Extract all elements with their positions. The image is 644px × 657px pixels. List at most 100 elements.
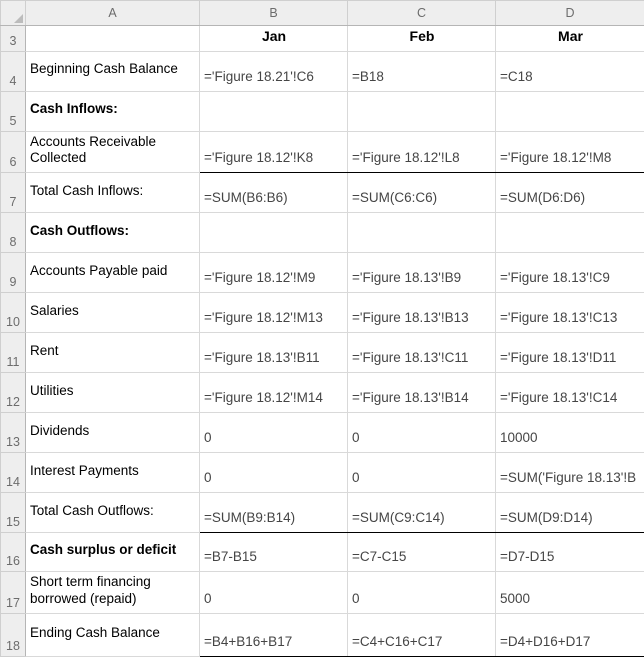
cell-A7[interactable]: Total Cash Inflows: [26,173,200,213]
row-header-18[interactable]: 18 [1,614,26,657]
cell-B17[interactable]: 0 [200,572,348,614]
cell-C12[interactable]: ='Figure 18.13'!B14 [348,373,496,413]
cell-C4[interactable]: =B18 [348,51,496,91]
cell-A14[interactable]: Interest Payments [26,453,200,493]
row-6: 6 Accounts Receivable Collected ='Figure… [1,131,644,173]
row-header-5[interactable]: 5 [1,91,26,131]
cell-B7[interactable]: =SUM(B6:B6) [200,173,348,213]
cell-D8[interactable] [496,213,644,253]
row-header-4[interactable]: 4 [1,51,26,91]
row-header-10[interactable]: 10 [1,293,26,333]
cell-A3[interactable] [26,26,200,52]
cell-C5[interactable] [348,91,496,131]
cell-B4[interactable]: ='Figure 18.21'!C6 [200,51,348,91]
row-11: 11 Rent ='Figure 18.13'!B11 ='Figure 18.… [1,333,644,373]
row-4: 4 Beginning Cash Balance ='Figure 18.21'… [1,51,644,91]
cell-A9[interactable]: Accounts Payable paid [26,253,200,293]
cell-C3[interactable]: Feb [348,26,496,52]
cell-B5[interactable] [200,91,348,131]
row-5: 5 Cash Inflows: [1,91,644,131]
cell-B11[interactable]: ='Figure 18.13'!B11 [200,333,348,373]
row-header-13[interactable]: 13 [1,413,26,453]
row-header-17[interactable]: 17 [1,572,26,614]
row-header-6[interactable]: 6 [1,131,26,173]
row-header-8[interactable]: 8 [1,213,26,253]
cell-C13[interactable]: 0 [348,413,496,453]
cell-D15[interactable]: =SUM(D9:D14) [496,493,644,533]
row-15: 15 Total Cash Outflows: =SUM(B9:B14) =SU… [1,493,644,533]
cell-C11[interactable]: ='Figure 18.13'!C11 [348,333,496,373]
row-header-7[interactable]: 7 [1,173,26,213]
cell-A10[interactable]: Salaries [26,293,200,333]
cell-D10[interactable]: ='Figure 18.13'!C13 [496,293,644,333]
cell-D5[interactable] [496,91,644,131]
cell-D3[interactable]: Mar [496,26,644,52]
cell-C9[interactable]: ='Figure 18.13'!B9 [348,253,496,293]
row-12: 12 Utilities ='Figure 18.12'!M14 ='Figur… [1,373,644,413]
cell-C14[interactable]: 0 [348,453,496,493]
cell-A6[interactable]: Accounts Receivable Collected [26,131,200,173]
cell-B9[interactable]: ='Figure 18.12'!M9 [200,253,348,293]
cell-C16[interactable]: =C7-C15 [348,533,496,572]
cell-D17[interactable]: 5000 [496,572,644,614]
cell-B14[interactable]: 0 [200,453,348,493]
column-header-row: A B C D [1,1,644,26]
cell-D13[interactable]: 10000 [496,413,644,453]
row-header-3[interactable]: 3 [1,26,26,52]
cell-D18[interactable]: =D4+D16+D17 [496,614,644,657]
cell-C8[interactable] [348,213,496,253]
cell-D7[interactable]: =SUM(D6:D6) [496,173,644,213]
cell-A18[interactable]: Ending Cash Balance [26,614,200,657]
cell-A17[interactable]: Short term financing borrowed (repaid) [26,572,200,614]
cell-A15[interactable]: Total Cash Outflows: [26,493,200,533]
cell-C10[interactable]: ='Figure 18.13'!B13 [348,293,496,333]
column-header-D[interactable]: D [496,1,644,26]
cell-D14[interactable]: =SUM('Figure 18.13'!B [496,453,644,493]
cell-C15[interactable]: =SUM(C9:C14) [348,493,496,533]
cell-D4[interactable]: =C18 [496,51,644,91]
cell-A13[interactable]: Dividends [26,413,200,453]
spreadsheet: A B C D 3 Jan Feb Mar 4 Beginning Cash B… [0,0,644,657]
cell-A5[interactable]: Cash Inflows: [26,91,200,131]
cell-D16[interactable]: =D7-D15 [496,533,644,572]
row-header-9[interactable]: 9 [1,253,26,293]
cell-D12[interactable]: ='Figure 18.13'!C14 [496,373,644,413]
row-header-14[interactable]: 14 [1,453,26,493]
cell-A11[interactable]: Rent [26,333,200,373]
cell-C17[interactable]: 0 [348,572,496,614]
select-all-corner[interactable] [1,1,26,26]
row-header-11[interactable]: 11 [1,333,26,373]
cell-D6[interactable]: ='Figure 18.12'!M8 [496,131,644,173]
cell-B13[interactable]: 0 [200,413,348,453]
cell-B10[interactable]: ='Figure 18.12'!M13 [200,293,348,333]
cell-D9[interactable]: ='Figure 18.13'!C9 [496,253,644,293]
cell-B15[interactable]: =SUM(B9:B14) [200,493,348,533]
row-header-15[interactable]: 15 [1,493,26,533]
cell-B8[interactable] [200,213,348,253]
cell-A12[interactable]: Utilities [26,373,200,413]
cell-B16[interactable]: =B7-B15 [200,533,348,572]
cell-B3[interactable]: Jan [200,26,348,52]
row-header-12[interactable]: 12 [1,373,26,413]
column-header-C[interactable]: C [348,1,496,26]
cell-C18[interactable]: =C4+C16+C17 [348,614,496,657]
cell-D11[interactable]: ='Figure 18.13'!D11 [496,333,644,373]
cell-A4[interactable]: Beginning Cash Balance [26,51,200,91]
cell-B18[interactable]: =B4+B16+B17 [200,614,348,657]
row-header-16[interactable]: 16 [1,533,26,572]
row-9: 9 Accounts Payable paid ='Figure 18.12'!… [1,253,644,293]
cell-B6[interactable]: ='Figure 18.12'!K8 [200,131,348,173]
select-all-icon [14,14,23,23]
cell-A8[interactable]: Cash Outflows: [26,213,200,253]
row-8: 8 Cash Outflows: [1,213,644,253]
row-13: 13 Dividends 0 0 10000 [1,413,644,453]
cell-C7[interactable]: =SUM(C6:C6) [348,173,496,213]
row-3: 3 Jan Feb Mar [1,26,644,52]
column-header-B[interactable]: B [200,1,348,26]
row-16: 16 Cash surplus or deficit =B7-B15 =C7-C… [1,533,644,572]
cell-C6[interactable]: ='Figure 18.12'!L8 [348,131,496,173]
column-header-A[interactable]: A [26,1,200,26]
cell-B12[interactable]: ='Figure 18.12'!M14 [200,373,348,413]
cell-A16[interactable]: Cash surplus or deficit [26,533,200,572]
row-14: 14 Interest Payments 0 0 =SUM('Figure 18… [1,453,644,493]
